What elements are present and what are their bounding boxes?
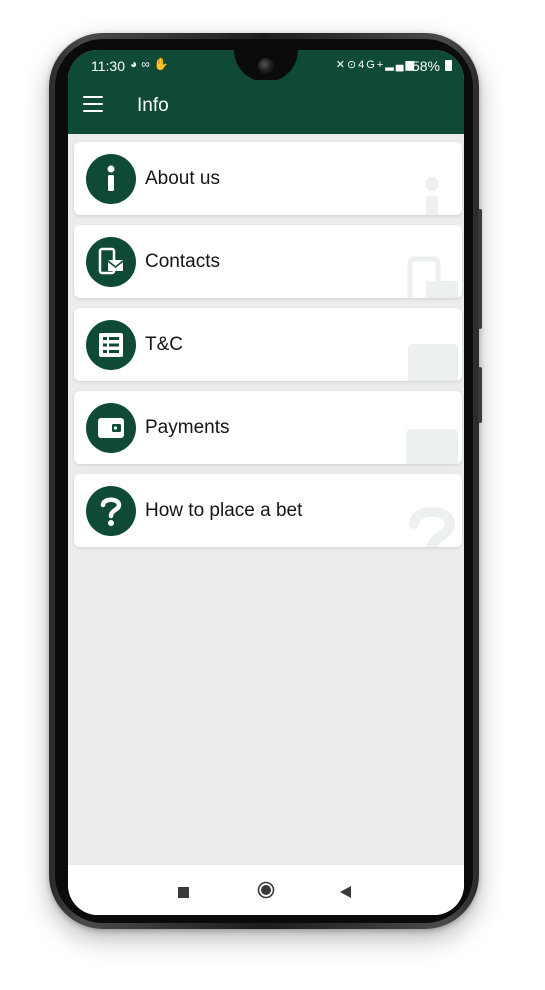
mute-icon: ✕ [335, 59, 347, 71]
battery-icon [445, 60, 452, 71]
info-watermark-icon [425, 177, 439, 215]
list-item-about-us[interactable]: About us [74, 142, 462, 215]
phone-mail-icon [86, 237, 136, 287]
wallet-watermark-icon [406, 429, 458, 464]
list-item-contacts[interactable]: Contacts [74, 225, 462, 298]
notch [234, 50, 298, 82]
question-watermark-icon [409, 507, 456, 547]
voicemail-icon: ∞ [141, 57, 154, 71]
list-watermark-icon [408, 344, 458, 381]
screen: 11:30 ◕∞✋ ✕⊙4G+▂▄▆ 58% Info About us Con… [68, 50, 464, 915]
recent-apps-icon[interactable] [178, 885, 189, 903]
menu-icon[interactable] [83, 96, 103, 114]
item-label: About us [145, 168, 220, 189]
item-label: How to place a bet [145, 500, 303, 521]
item-label: T&C [145, 334, 183, 355]
battery-text: 58% [411, 58, 440, 74]
home-icon[interactable] [257, 881, 275, 904]
hand-icon: ✋ [153, 57, 173, 71]
list-item-how-to-bet[interactable]: How to place a bet [74, 474, 462, 547]
status-time: 11:30 [91, 58, 125, 74]
network-label: 4G+ [358, 59, 386, 71]
question-icon [86, 486, 136, 536]
list-icon [86, 320, 136, 370]
status-bar: 11:30 ◕∞✋ ✕⊙4G+▂▄▆ 58% [68, 50, 464, 82]
volume-button [478, 209, 482, 329]
notification-icons: ◕∞✋ [130, 57, 173, 71]
list-item-tc[interactable]: T&C [74, 308, 462, 381]
camera-icon [258, 58, 274, 74]
power-button [478, 367, 482, 423]
info-list: About us Contacts T&C Payments How to pl… [74, 142, 462, 557]
page-title: Info [137, 95, 169, 116]
item-label: Payments [145, 417, 230, 438]
info-icon [86, 154, 136, 204]
contacts-watermark-icon [407, 256, 458, 298]
list-item-payments[interactable]: Payments [74, 391, 462, 464]
whatsapp-icon: ◕ [130, 57, 142, 71]
item-label: Contacts [145, 251, 220, 272]
location-icon: ⊙ [346, 59, 359, 71]
app-bar: Info [68, 80, 464, 134]
wallet-icon [86, 403, 136, 453]
system-icons: ✕⊙4G+▂▄▆ [336, 58, 416, 71]
back-icon[interactable] [340, 885, 351, 903]
system-nav-bar [68, 865, 464, 915]
